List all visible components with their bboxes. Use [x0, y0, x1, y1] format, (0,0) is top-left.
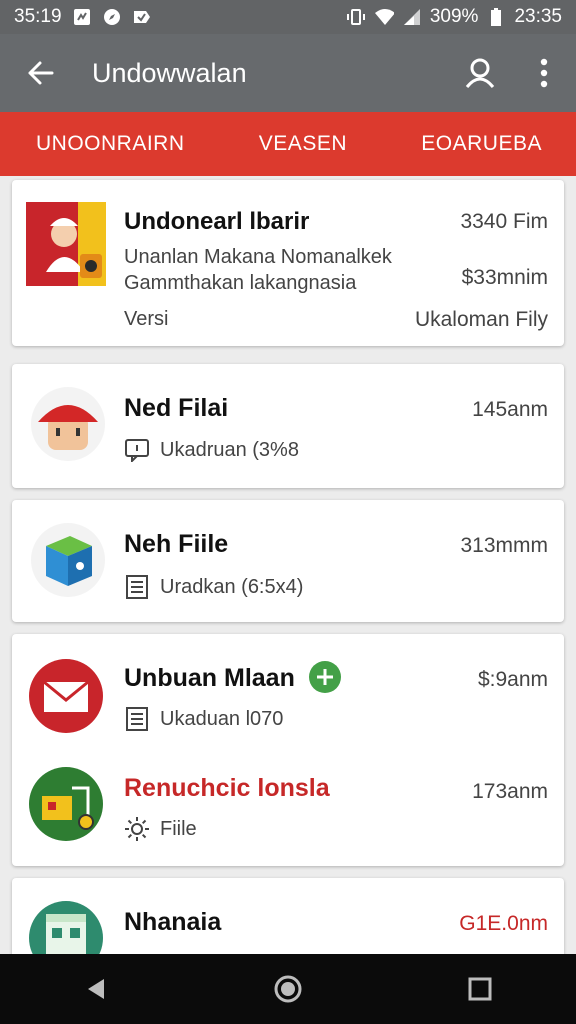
item-status-text: Uradkan (6:5x4)	[160, 575, 304, 598]
item-status: Ukaduan l070	[124, 706, 283, 732]
list-item[interactable]: Unbuan Mlaan $:9anm Ukaduan l070	[12, 634, 564, 750]
nav-back-button[interactable]	[61, 954, 131, 1024]
status-clock: 23:35	[514, 6, 562, 27]
item-description-2: Gammthakan lakangnasia	[124, 272, 357, 294]
list-item[interactable]: Ned Filai 145anm Ukadruan (3%8	[12, 364, 564, 488]
battery-percent: 309%	[429, 6, 479, 27]
account-button[interactable]	[448, 34, 512, 112]
tag-icon	[132, 7, 152, 27]
item-status: Ukadruan (3%8	[124, 438, 299, 462]
nav-home-button[interactable]	[253, 954, 323, 1024]
settings-icon	[125, 817, 149, 841]
person-icon	[465, 58, 495, 88]
item-title: Unbuan Mlaan	[124, 664, 295, 692]
item-size: 173anm	[472, 780, 548, 803]
square-recents-icon	[468, 977, 492, 1001]
tab-unoonrairn[interactable]: UNOONRAIRN	[36, 132, 185, 156]
item-title: Ned Filai	[124, 394, 229, 422]
item-status-text: Ukaduan l070	[160, 707, 284, 730]
item-size: 313mmm	[460, 534, 548, 557]
item-size: G1E.0nm	[459, 912, 548, 935]
nav-recents-button[interactable]	[445, 954, 515, 1024]
item-size: 145anm	[472, 398, 548, 421]
item-description: Unanlan Makana Nomanalkek	[124, 246, 392, 268]
notification-icon	[72, 7, 92, 27]
more-options-button[interactable]	[512, 34, 576, 112]
item-status-text: Fiile	[160, 817, 197, 840]
add-icon[interactable]	[308, 660, 342, 694]
tab-bar: UNOONRAIRN VEASEN EOARUEBA	[0, 112, 576, 176]
tab-veasen[interactable]: VEASEN	[259, 132, 347, 156]
item-status: Fiile	[124, 816, 197, 842]
chat-icon	[125, 439, 149, 462]
document-icon	[126, 575, 148, 599]
battery-icon	[486, 7, 506, 27]
item-version: Versi	[124, 308, 169, 330]
download-list: Undonearl lbarir 3340 Fim Unanlan Makana…	[0, 176, 576, 954]
mail-app-icon	[28, 658, 104, 734]
item-title: Neh Fiile	[124, 530, 229, 558]
character-app-icon	[30, 386, 106, 462]
item-title: Undonearl lbarir	[124, 208, 310, 235]
list-group: Unbuan Mlaan $:9anm Ukaduan l070 Renuchc…	[12, 634, 564, 866]
tab-eoarueba[interactable]: EOARUEBA	[421, 132, 542, 156]
vibrate-icon	[346, 7, 366, 27]
tools-app-icon	[28, 766, 104, 842]
signal-icon	[402, 7, 422, 27]
circle-home-icon	[274, 975, 302, 1003]
triangle-back-icon	[88, 979, 104, 999]
status-time: 35:19	[14, 6, 62, 27]
building-app-icon	[28, 900, 104, 954]
list-item[interactable]: Neh Fiile 313mmm Uradkan (6:5x4)	[12, 500, 564, 622]
status-bar: 35:19 309% 23:35	[0, 0, 576, 34]
item-action[interactable]: Ukaloman Fily	[415, 308, 548, 332]
compass-icon	[102, 7, 122, 27]
item-status-text: Ukadruan (3%8	[160, 438, 299, 461]
game-app-icon	[26, 202, 106, 286]
item-status: Uradkan (6:5x4)	[124, 574, 303, 600]
system-nav-bar	[0, 954, 576, 1024]
document-icon	[126, 707, 148, 731]
arrow-back-icon	[28, 61, 54, 85]
item-size: 3340 Fim	[460, 210, 548, 233]
cube-app-icon	[30, 522, 106, 598]
list-item[interactable]: Renuchcic lonsla 173anm Fiile	[12, 750, 564, 866]
item-title: Renuchcic lonsla	[124, 774, 330, 802]
item-title: Nhanaia	[124, 908, 222, 936]
list-item[interactable]: Undonearl lbarir 3340 Fim Unanlan Makana…	[12, 180, 564, 346]
more-vert-icon	[540, 58, 548, 88]
app-bar: Undowwalan	[0, 34, 576, 112]
list-item[interactable]: Nhanaia G1E.0nm	[12, 878, 564, 954]
wifi-icon	[374, 7, 394, 27]
item-size: $:9anm	[477, 668, 548, 691]
back-button[interactable]	[0, 34, 80, 112]
item-size-2: $33mnim	[461, 266, 548, 289]
page-title: Undowwalan	[92, 57, 247, 88]
